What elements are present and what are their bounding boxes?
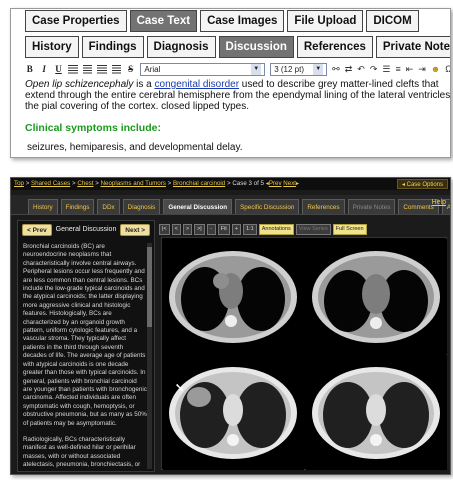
- outdent-icon[interactable]: ⇤: [406, 64, 414, 75]
- breadcrumb-case[interactable]: Bronchial carcinoid: [173, 180, 225, 187]
- discussion-body: Bronchial carcinoids (BC) are neuroendoc…: [23, 243, 147, 469]
- find-icon[interactable]: ⚯: [332, 64, 340, 75]
- scroll-thumb[interactable]: [147, 247, 152, 327]
- ct-image-3[interactable]: ➘: [163, 355, 304, 470]
- tab-case-text[interactable]: Case Text: [129, 10, 198, 32]
- zoom-out-button[interactable]: -: [206, 223, 216, 235]
- symptoms-text: seizures, hemiparesis, and developmental…: [27, 142, 243, 153]
- text-middle: is a: [133, 79, 155, 90]
- chevron-down-icon: ▼: [313, 63, 324, 75]
- first-image-button[interactable]: |<: [159, 223, 170, 235]
- case-options-button[interactable]: ◂ Case Options: [396, 179, 448, 189]
- bold-button[interactable]: B: [25, 64, 34, 74]
- prev-image-button[interactable]: <: [171, 223, 181, 235]
- next-section-button[interactable]: Next >: [120, 224, 150, 236]
- breadcrumb-neoplasms[interactable]: Neoplasms and Tumors: [101, 180, 166, 187]
- tab-references[interactable]: References: [296, 36, 373, 58]
- align-justify-icon[interactable]: [111, 64, 121, 74]
- special-char-button[interactable]: Ω: [445, 64, 450, 74]
- vtab-diagnosis[interactable]: Diagnosis: [122, 199, 161, 214]
- actual-size-button[interactable]: 1:1: [243, 223, 257, 235]
- annotations-button[interactable]: Annotations: [258, 223, 294, 235]
- breadcrumb-next[interactable]: Next: [283, 180, 296, 187]
- align-center-icon[interactable]: [82, 64, 93, 74]
- undo-icon[interactable]: ↶: [357, 64, 365, 75]
- size-select-value: 3 (12 pt): [274, 64, 304, 74]
- view-series-button[interactable]: View Series: [295, 223, 331, 235]
- zoom-in-button[interactable]: +: [231, 223, 242, 235]
- next-image-button[interactable]: >: [182, 223, 193, 235]
- tab-discussion[interactable]: Discussion: [218, 36, 294, 58]
- chevron-down-icon: ▼: [251, 63, 262, 75]
- tab-case-properties[interactable]: Case Properties: [25, 10, 127, 32]
- vtab-ddx[interactable]: DDx: [97, 199, 120, 214]
- case-tabs: Case Properties Case Text Case Images Fi…: [25, 10, 419, 32]
- tab-case-images[interactable]: Case Images: [200, 10, 285, 32]
- align-right-icon[interactable]: [97, 64, 107, 74]
- numbered-list-icon[interactable]: ≡: [395, 64, 400, 74]
- case-options-label: Case Options: [406, 182, 443, 188]
- indent-icon[interactable]: ⇥: [418, 64, 426, 75]
- discussion-panel-header: < Prev General Discussion Next >: [18, 224, 154, 238]
- discussion-panel: < Prev General Discussion Next > Bronchi…: [17, 220, 155, 472]
- image-toolbar: |< < > >| - Fit + 1:1 Annotations View S…: [159, 223, 367, 235]
- tab-history[interactable]: History: [25, 36, 79, 58]
- section-tabs: History Findings Diagnosis Discussion Re…: [25, 36, 450, 58]
- tab-private-notes[interactable]: Private Notes: [375, 36, 450, 58]
- discussion-scrollbar[interactable]: [147, 243, 152, 469]
- vtab-specific-discussion[interactable]: Specific Discussion: [235, 199, 300, 214]
- font-select[interactable]: Arial ▼: [140, 62, 266, 76]
- next-arrow-icon: ▸: [296, 180, 300, 187]
- vtab-findings[interactable]: Findings: [60, 199, 95, 214]
- case-position: Case 3 of 5: [232, 180, 264, 187]
- strikethrough-button[interactable]: S: [126, 64, 135, 74]
- breadcrumb: Top > Shared Cases > Chest > Neoplasms a…: [11, 178, 450, 190]
- replace-icon[interactable]: ⇄: [345, 64, 353, 75]
- vtab-references[interactable]: References: [302, 199, 345, 214]
- ct-image-1[interactable]: [163, 239, 304, 354]
- case-viewer: Top > Shared Cases > Chest > Neoplasms a…: [10, 177, 451, 475]
- full-screen-button[interactable]: Full Screen: [332, 223, 367, 235]
- case-text-editor: Case Properties Case Text Case Images Fi…: [10, 8, 451, 158]
- vtab-general-discussion[interactable]: General Discussion: [163, 199, 233, 214]
- ct-image-4[interactable]: [306, 355, 447, 470]
- tab-dicom[interactable]: DICOM: [366, 10, 419, 32]
- size-select[interactable]: 3 (12 pt) ▼: [270, 62, 328, 76]
- breadcrumb-shared-cases[interactable]: Shared Cases: [31, 180, 70, 187]
- underline-button[interactable]: U: [54, 64, 63, 74]
- vtab-private-notes[interactable]: Private Notes: [347, 199, 396, 214]
- vtab-history[interactable]: History: [28, 199, 58, 214]
- discussion-text[interactable]: Open lip schizencephaly is a congenital …: [25, 79, 450, 112]
- image-grid: ➘: [161, 237, 447, 470]
- arrow-icon: ➘: [175, 382, 185, 394]
- discussion-paragraph-2: Radiologically, BCs characteristically m…: [23, 435, 141, 469]
- ct-image-2[interactable]: [306, 239, 447, 354]
- discussion-paragraph-1: Bronchial carcinoids (BC) are neuroendoc…: [23, 243, 147, 427]
- term-text: Open lip schizencephaly: [25, 79, 134, 90]
- format-toolbar: B I U S Arial ▼ 3 (12 pt) ▼ ⚯ ⇄ ↶ ↷ ☰ ≡ …: [25, 61, 450, 77]
- breadcrumb-chest[interactable]: Chest: [77, 180, 93, 187]
- last-image-button[interactable]: >|: [194, 223, 205, 235]
- tab-diagnosis[interactable]: Diagnosis: [146, 36, 216, 58]
- italic-button[interactable]: I: [39, 64, 48, 74]
- font-select-value: Arial: [144, 64, 161, 74]
- align-left-icon[interactable]: [68, 64, 78, 74]
- breadcrumb-top[interactable]: Top: [14, 180, 24, 187]
- breadcrumb-prev[interactable]: Prev: [269, 180, 282, 187]
- viewer-tabs: History Findings DDx Diagnosis General D…: [11, 195, 450, 215]
- tab-findings[interactable]: Findings: [81, 36, 144, 58]
- redo-icon[interactable]: ↷: [370, 64, 378, 75]
- help-link[interactable]: Help: [432, 199, 446, 206]
- emoticon-icon[interactable]: ☻: [431, 64, 440, 74]
- clinical-symptoms-heading: Clinical symptoms include:: [25, 122, 161, 134]
- fit-button[interactable]: Fit: [217, 223, 230, 235]
- tab-file-upload[interactable]: File Upload: [287, 10, 364, 32]
- congenital-disorder-link[interactable]: congenital disorder: [155, 79, 240, 90]
- bullet-list-icon[interactable]: ☰: [382, 64, 390, 75]
